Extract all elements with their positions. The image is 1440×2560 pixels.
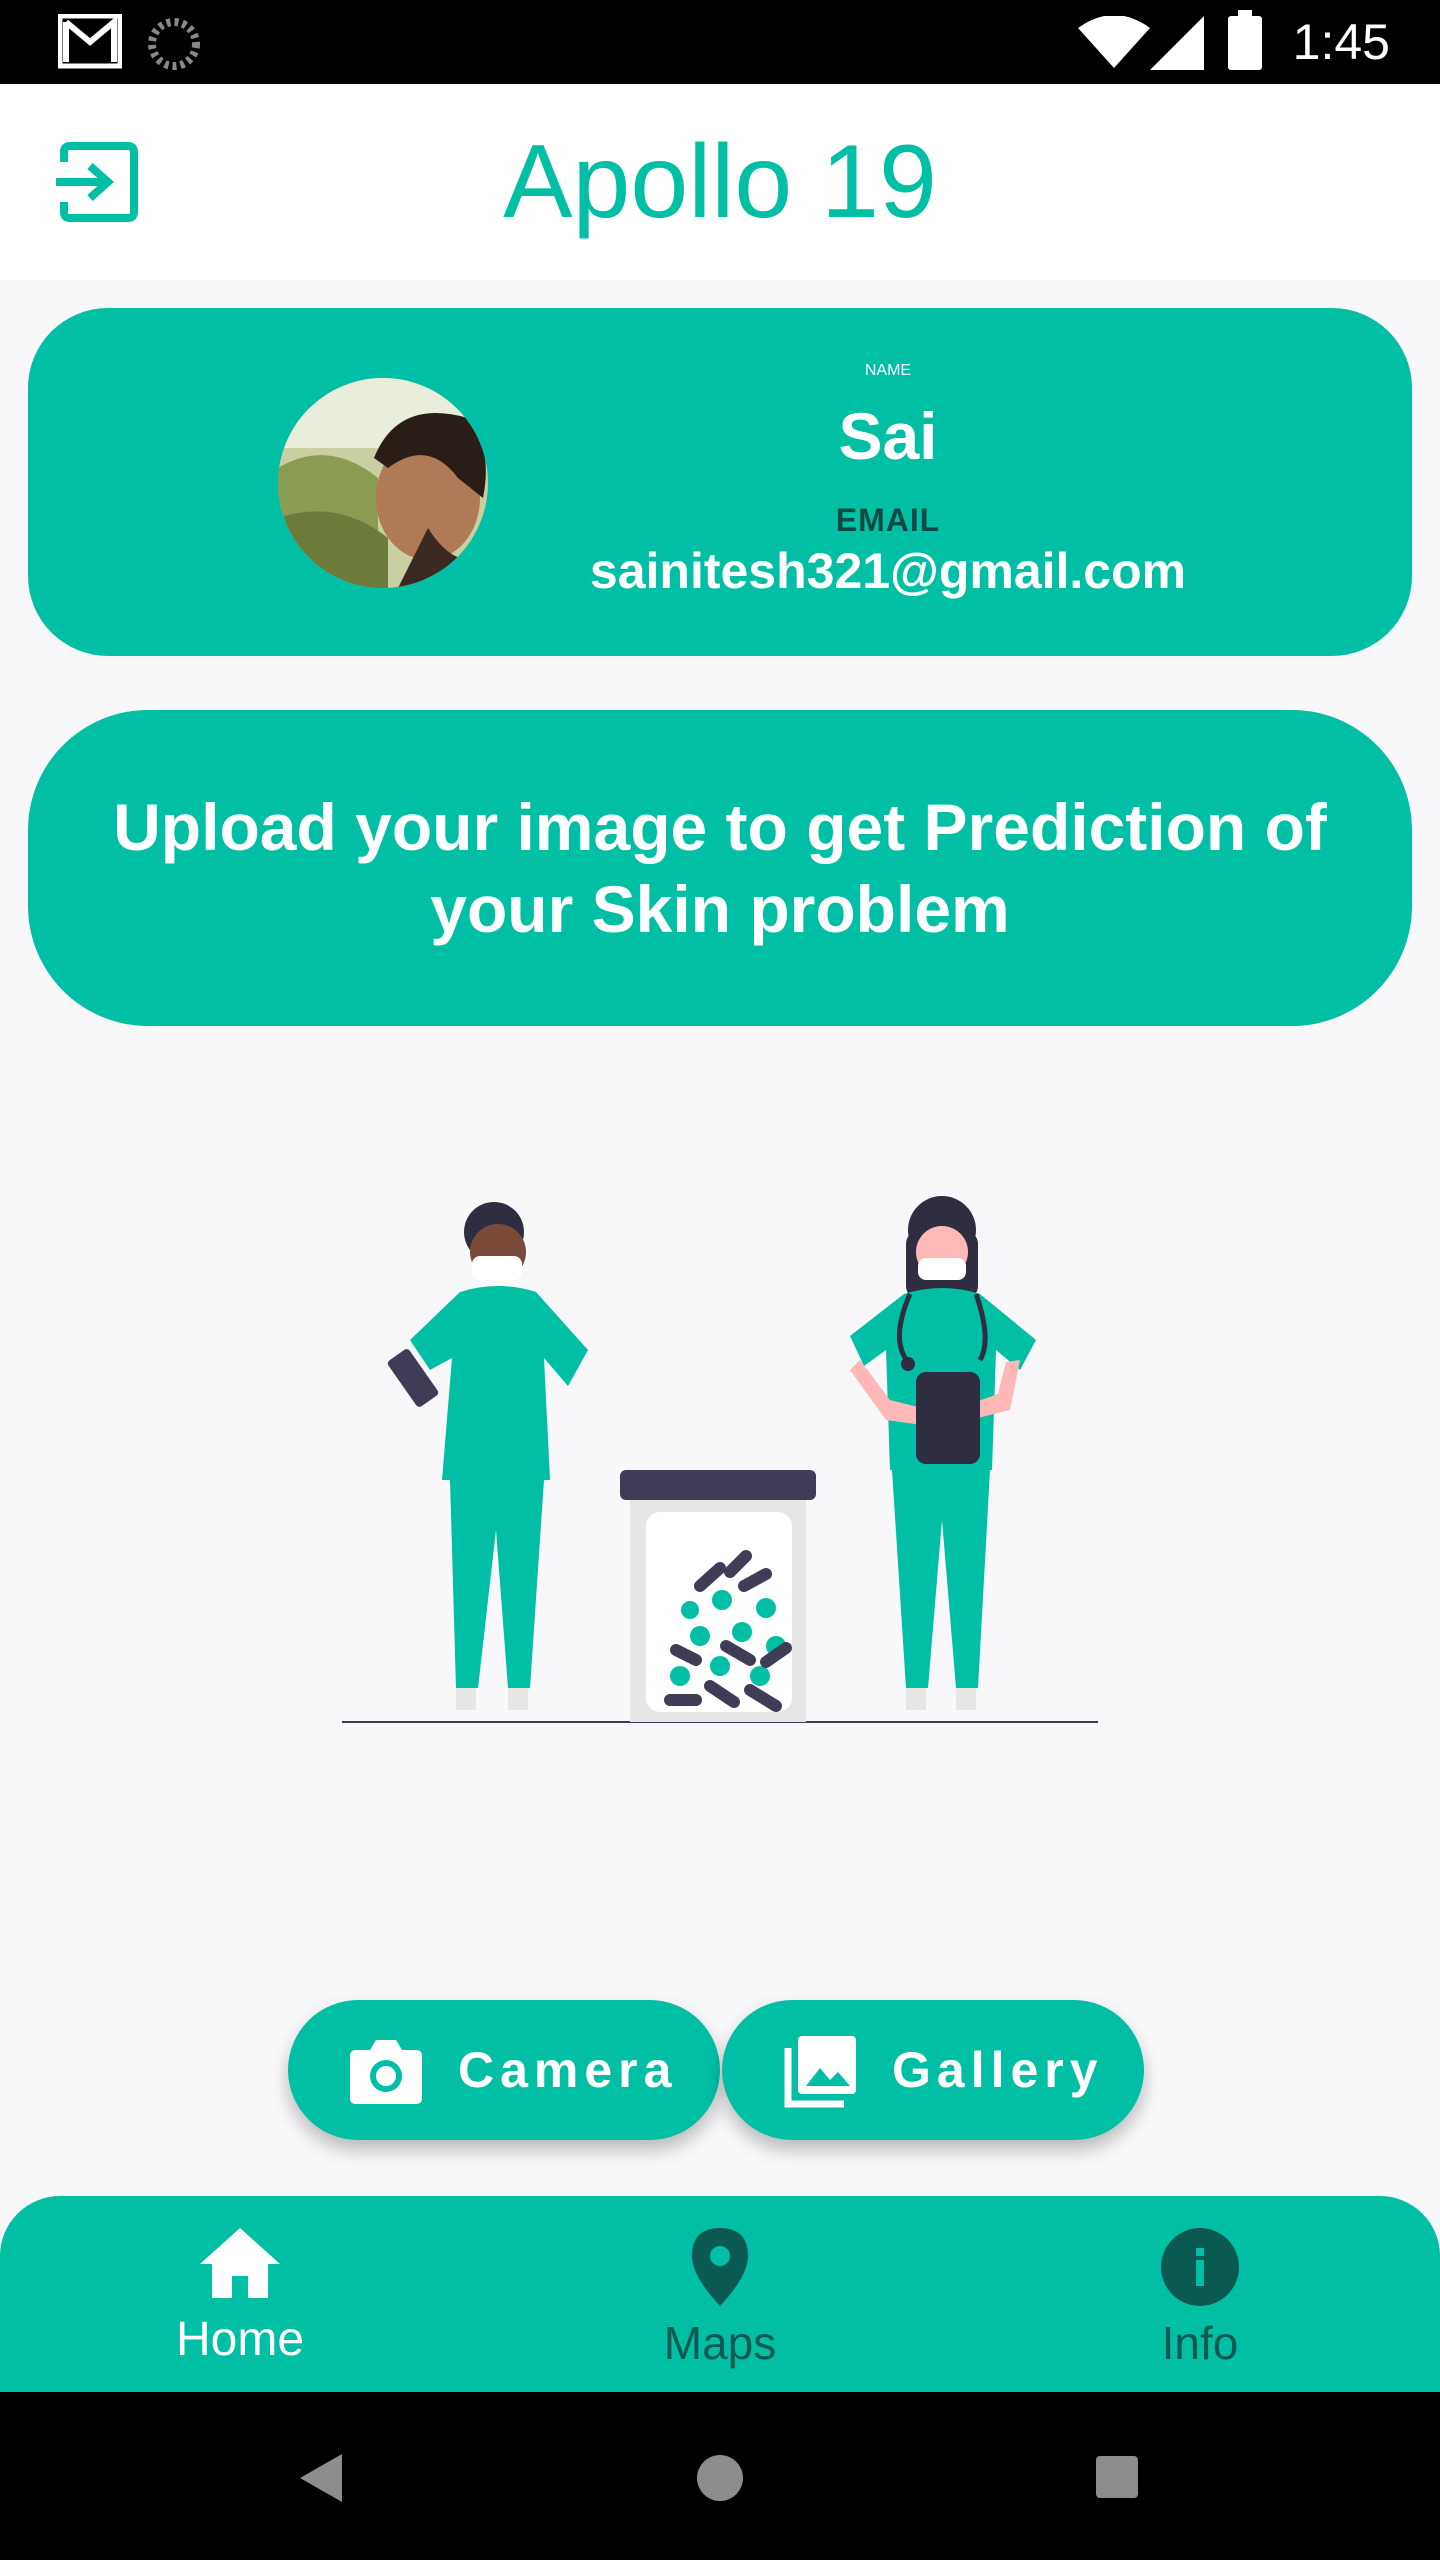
bottom-navigation: Home Maps Info (0, 2196, 1440, 2392)
home-circle-icon[interactable] (696, 2454, 744, 2502)
wifi-icon (1078, 16, 1150, 68)
gmail-notification-icon (58, 14, 122, 69)
home-icon (200, 2228, 280, 2298)
avatar (278, 378, 488, 588)
nav-item-home[interactable]: Home (0, 2196, 480, 2392)
app-bar: Apollo 19 (0, 84, 1440, 280)
upload-prompt-text: Upload your image to get Prediction of y… (113, 790, 1327, 946)
camera-icon (350, 2040, 422, 2104)
nav-item-info[interactable]: Info (960, 2196, 1440, 2392)
camera-button[interactable]: Camera (288, 2000, 720, 2140)
info-icon (1161, 2228, 1239, 2306)
system-navigation-bar (0, 2392, 1440, 2560)
clock: 1:45 (1292, 14, 1390, 70)
user-name: Sai (838, 399, 938, 473)
signal-icon (1150, 16, 1204, 70)
app-title: Apollo 19 (503, 124, 937, 240)
nav-label-info: Info (1161, 2317, 1239, 2369)
medical-staff-illustration (342, 1196, 1098, 1723)
recents-icon[interactable] (1096, 2456, 1138, 2498)
profile-card: NAME Sai EMAIL sainitesh321@gmail.com (28, 308, 1412, 656)
status-bar: 1:45 (0, 0, 1440, 84)
battery-icon (1228, 10, 1262, 70)
gallery-button-label: Gallery (892, 2042, 1104, 2098)
back-icon[interactable] (300, 2454, 342, 2502)
sync-spinner-icon (148, 18, 200, 70)
nav-label-home: Home (175, 2313, 305, 2366)
user-email: sainitesh321@gmail.com (589, 543, 1187, 599)
upload-prompt-card: Upload your image to get Prediction of y… (28, 710, 1412, 1026)
name-label: NAME (864, 362, 912, 379)
nav-label-maps: Maps (663, 2317, 777, 2369)
email-label: EMAIL (835, 502, 941, 538)
gallery-button[interactable]: Gallery (722, 2000, 1144, 2140)
photo-library-icon (784, 2036, 856, 2108)
nav-item-maps[interactable]: Maps (480, 2196, 960, 2392)
camera-button-label: Camera (458, 2042, 678, 2098)
map-pin-icon (692, 2228, 748, 2306)
